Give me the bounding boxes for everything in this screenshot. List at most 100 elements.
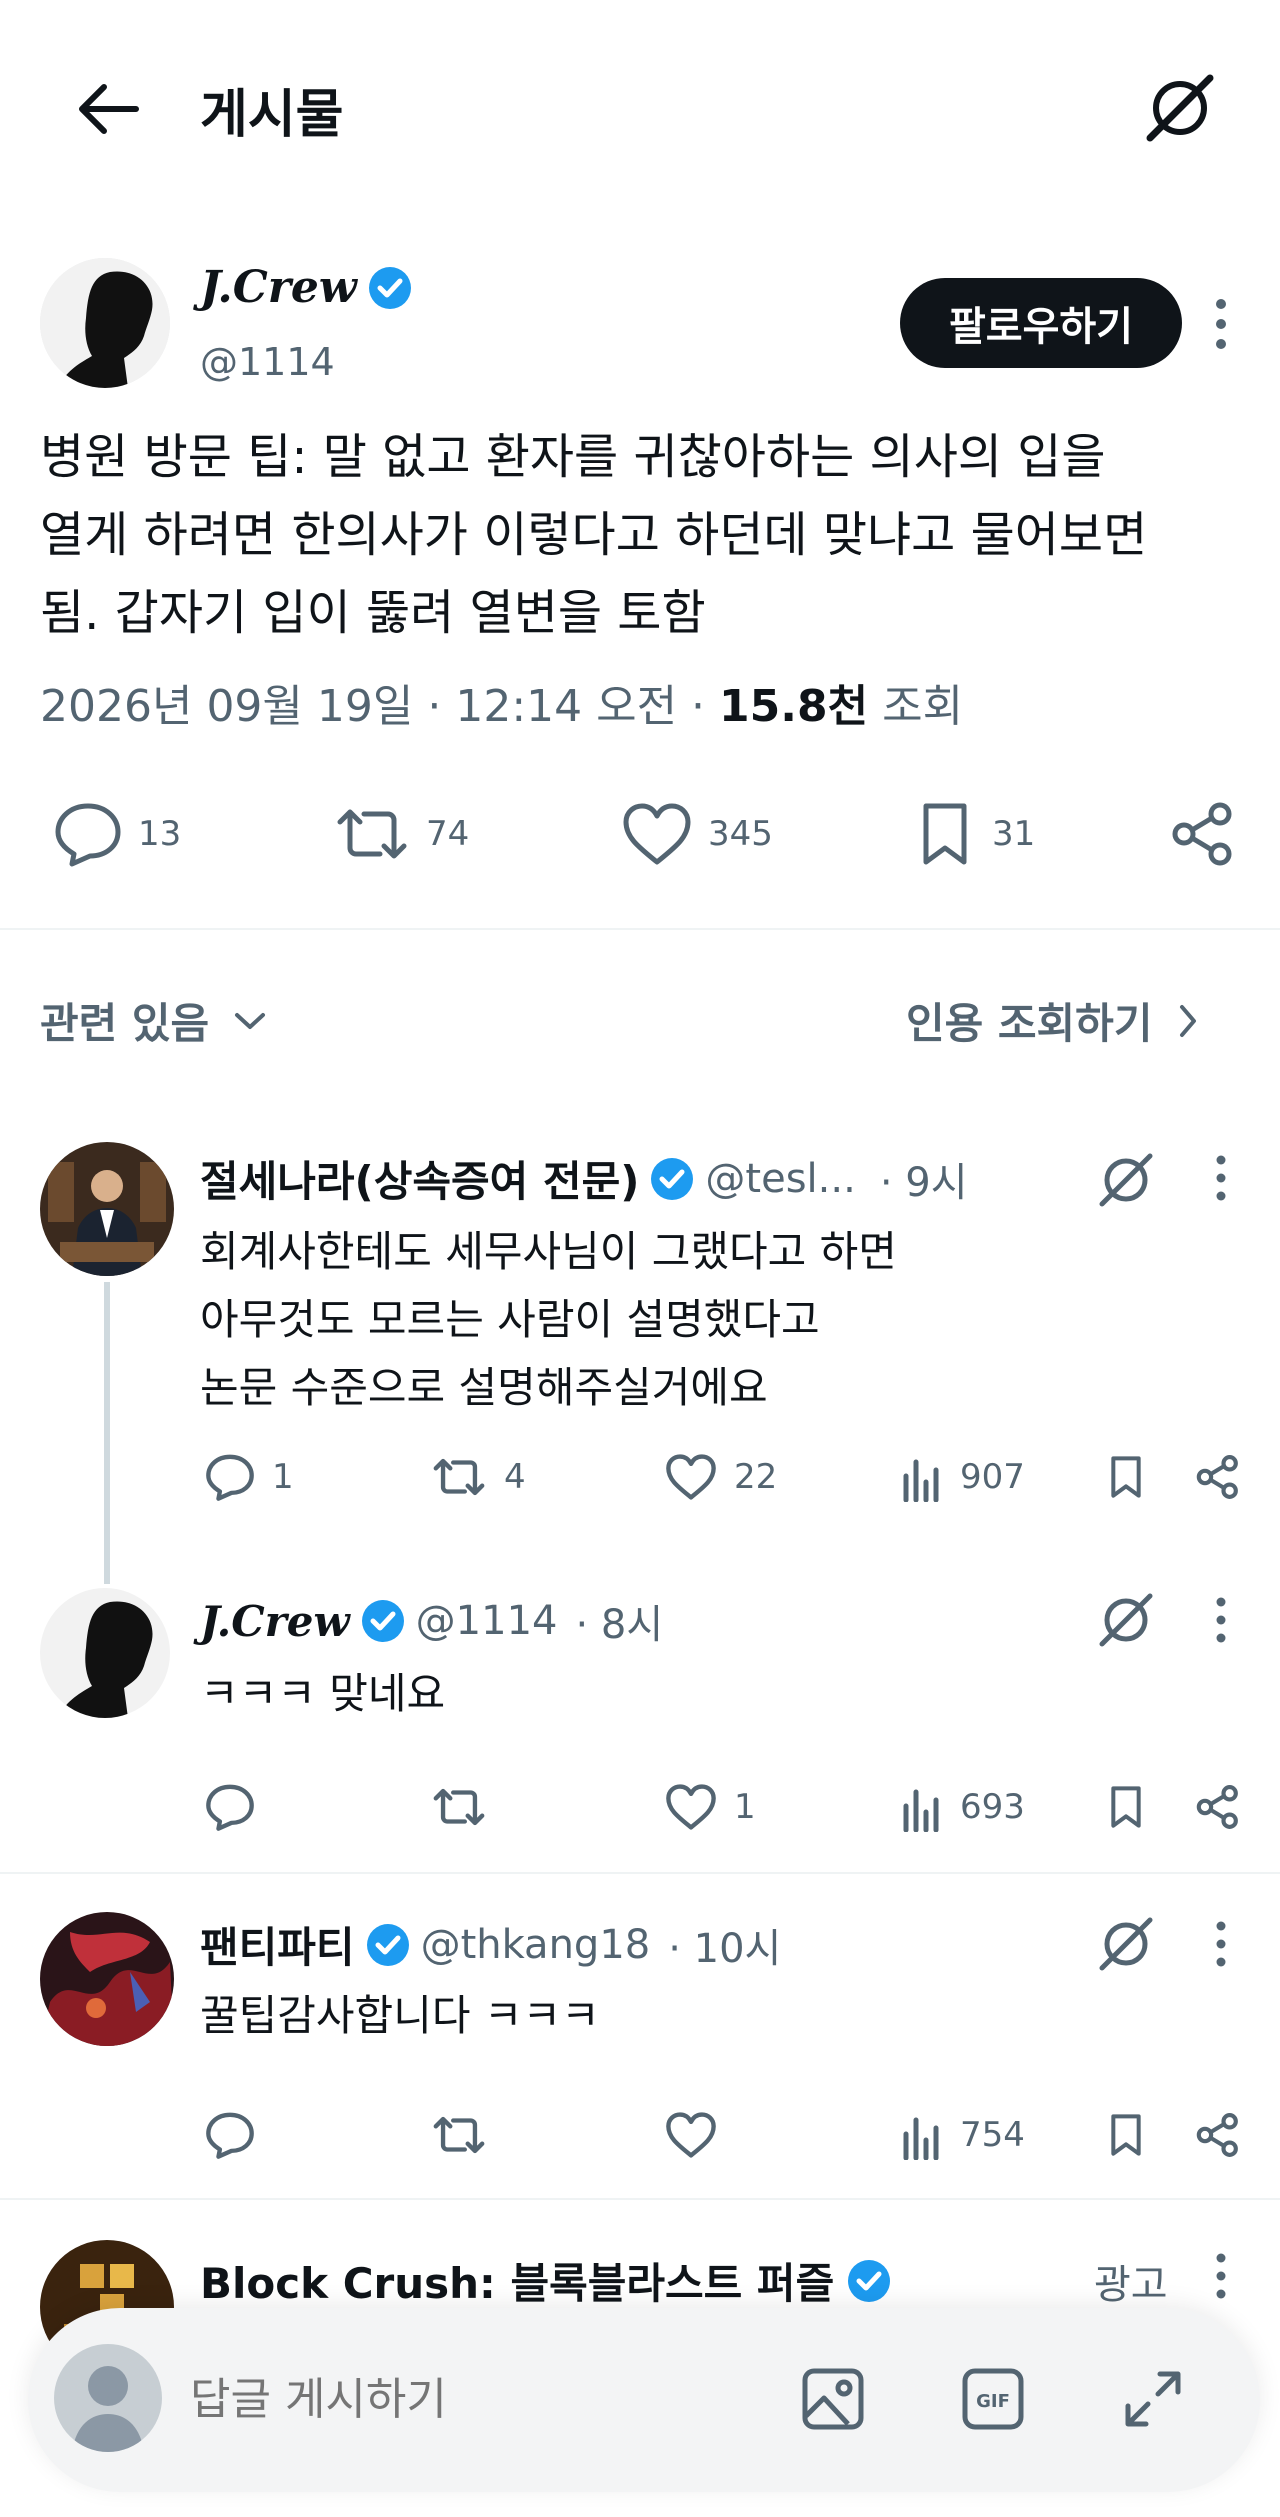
reply-author-handle[interactable]: @tesl... xyxy=(705,1156,855,1202)
heart-icon xyxy=(666,1784,716,1830)
ad-name[interactable]: Block Crush: 블록블라스트 퍼즐 xyxy=(200,2250,834,2311)
share-icon xyxy=(1172,802,1232,866)
analytics-icon xyxy=(903,1459,939,1502)
share-button[interactable] xyxy=(1168,800,1238,868)
reply-author-name[interactable]: 팬티파티 xyxy=(200,1914,355,1975)
reply-button[interactable]: 1 xyxy=(204,1452,294,1502)
repost-button[interactable]: 4 xyxy=(430,1452,526,1502)
reply-input[interactable] xyxy=(188,2366,752,2432)
more-options-button[interactable] xyxy=(1210,1918,1232,1970)
post-text-line: 병원 방문 팁: 말 없고 환자를 귀찮아하는 의사의 입을 xyxy=(40,429,1106,485)
post-timestamp[interactable]: 2026년 09월 19일 · 12:14 오전 · xyxy=(40,681,705,732)
expand-icon xyxy=(1125,2371,1181,2427)
grok-icon xyxy=(1099,1153,1153,1207)
repost-count: 4 xyxy=(504,1457,526,1497)
repost-icon xyxy=(433,2116,485,2154)
reply-icon xyxy=(206,1784,254,1831)
image-icon xyxy=(802,2368,864,2430)
grok-icon xyxy=(1099,1917,1153,1971)
more-options-button[interactable] xyxy=(1210,1152,1232,1204)
grok-button[interactable] xyxy=(1096,1150,1156,1210)
reply-icon xyxy=(206,2112,254,2159)
reply-text: 회계사한테도 세무사님이 그랬다고 하면 아무것도 모르는 사람이 설명했다고 … xyxy=(200,1218,897,1422)
bookmark-button[interactable] xyxy=(1104,1452,1148,1502)
share-button[interactable] xyxy=(1194,2110,1242,2160)
analytics-icon xyxy=(903,2117,939,2160)
reply-time: · 10시 xyxy=(668,1925,782,1972)
more-options-button[interactable] xyxy=(1208,294,1234,354)
grok-icon xyxy=(1146,74,1214,142)
repost-icon xyxy=(337,809,407,859)
add-gif-button[interactable]: GIF xyxy=(960,2366,1026,2432)
bookmark-icon xyxy=(923,803,967,865)
add-image-button[interactable] xyxy=(800,2366,866,2432)
reply-button[interactable] xyxy=(204,1782,256,1832)
silhouette-avatar-image xyxy=(40,258,170,388)
share-icon xyxy=(1196,1785,1238,1829)
bookmark-button[interactable] xyxy=(1104,1782,1148,1832)
repost-button[interactable] xyxy=(430,1782,488,1832)
verified-badge-icon xyxy=(368,266,411,309)
reply-avatar[interactable] xyxy=(40,1588,170,1718)
reply-text-line: 논문 수준으로 설명해주실거에요 xyxy=(200,1363,768,1412)
chevron-down-icon xyxy=(235,1012,266,1029)
views-button[interactable]: 693 xyxy=(900,1782,1025,1832)
gif-icon: GIF xyxy=(962,2368,1024,2430)
page-title: 게시물 xyxy=(200,85,344,145)
reply-count: 1 xyxy=(272,1457,294,1497)
repost-button[interactable]: 74 xyxy=(332,800,469,868)
follow-button[interactable]: 팔로우하기 xyxy=(900,278,1182,368)
more-vertical-icon xyxy=(1216,1921,1226,1967)
default-avatar-icon xyxy=(72,2366,144,2452)
like-button[interactable] xyxy=(664,2110,718,2160)
reply-button[interactable] xyxy=(204,2110,256,2160)
like-button[interactable]: 345 xyxy=(620,800,773,868)
like-count: 1 xyxy=(734,1787,756,1827)
reply-avatar[interactable] xyxy=(40,1912,174,2046)
related-sort-button[interactable]: 관련 있음 xyxy=(40,990,267,1051)
reply-author-name[interactable]: J.Crew xyxy=(200,1597,350,1646)
views-button[interactable]: 907 xyxy=(900,1452,1025,1502)
reply-author-name[interactable]: 절세나라(상속증여 전문) xyxy=(200,1148,639,1209)
repost-icon xyxy=(433,1458,485,1496)
reply-text-line: 꿀팁감사합니다 ㅋㅋㅋ xyxy=(200,1991,600,2040)
post-author-handle[interactable]: @1114 xyxy=(200,340,335,384)
bookmark-button[interactable]: 31 xyxy=(912,800,1035,868)
repost-button[interactable] xyxy=(430,2110,488,2160)
grok-button[interactable] xyxy=(1142,70,1218,146)
share-button[interactable] xyxy=(1194,1452,1242,1502)
more-options-button[interactable] xyxy=(1210,2250,1232,2302)
user-avatar xyxy=(54,2344,162,2452)
bookmark-icon xyxy=(1111,2114,1141,2156)
reply-avatar[interactable] xyxy=(40,1142,174,1276)
post-author-name[interactable]: J.Crew xyxy=(200,262,357,313)
share-button[interactable] xyxy=(1194,1782,1242,1832)
quote-views-label: 인용 조회하기 xyxy=(906,999,1153,1048)
quote-views-link[interactable]: 인용 조회하기 xyxy=(906,990,1200,1051)
expand-composer-button[interactable] xyxy=(1120,2366,1186,2432)
repost-count: 74 xyxy=(426,814,470,854)
post-author-avatar[interactable] xyxy=(40,258,170,388)
back-button[interactable] xyxy=(70,78,144,140)
grok-button[interactable] xyxy=(1096,1914,1156,1974)
repost-icon xyxy=(433,1788,485,1826)
post-meta: 2026년 09월 19일 · 12:14 오전 · 15.8천 조회 xyxy=(40,670,963,734)
grok-icon xyxy=(1099,1593,1153,1647)
view-count: 754 xyxy=(960,2115,1025,2155)
more-vertical-icon xyxy=(1216,1597,1226,1643)
heart-icon xyxy=(666,2112,716,2158)
reply-button[interactable]: 13 xyxy=(52,800,181,868)
svg-text:GIF: GIF xyxy=(976,2391,1010,2412)
like-button[interactable]: 1 xyxy=(664,1782,756,1832)
views-button[interactable]: 754 xyxy=(900,2110,1025,2160)
bookmark-button[interactable] xyxy=(1104,2110,1148,2160)
back-arrow-icon xyxy=(79,84,139,134)
reply-time: · 9시 xyxy=(879,1159,968,1206)
more-options-button[interactable] xyxy=(1210,1594,1232,1646)
reply-author-handle[interactable]: @1114 xyxy=(416,1598,558,1644)
reply-icon xyxy=(55,803,121,867)
reply-author-handle[interactable]: @thkang18 xyxy=(421,1922,651,1968)
more-vertical-icon xyxy=(1216,299,1226,349)
like-button[interactable]: 22 xyxy=(664,1452,777,1502)
grok-button[interactable] xyxy=(1096,1590,1156,1650)
